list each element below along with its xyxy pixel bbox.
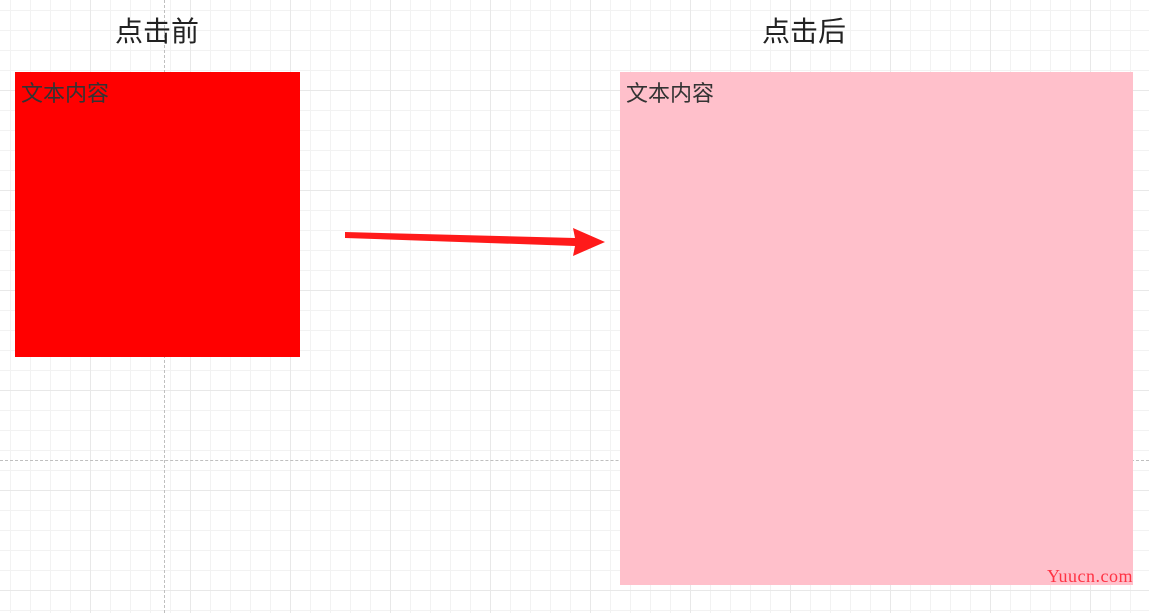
box-after-click[interactable]: 文本内容 [620,72,1133,585]
box-after-text: 文本内容 [626,81,714,106]
box-before-click[interactable]: 文本内容 [15,72,300,357]
label-before-click: 点击前 [115,10,199,50]
box-before-text: 文本内容 [21,81,109,106]
arrow-icon [345,218,605,266]
label-after-click: 点击后 [762,10,846,50]
watermark: Yuucn.com [1047,566,1133,587]
